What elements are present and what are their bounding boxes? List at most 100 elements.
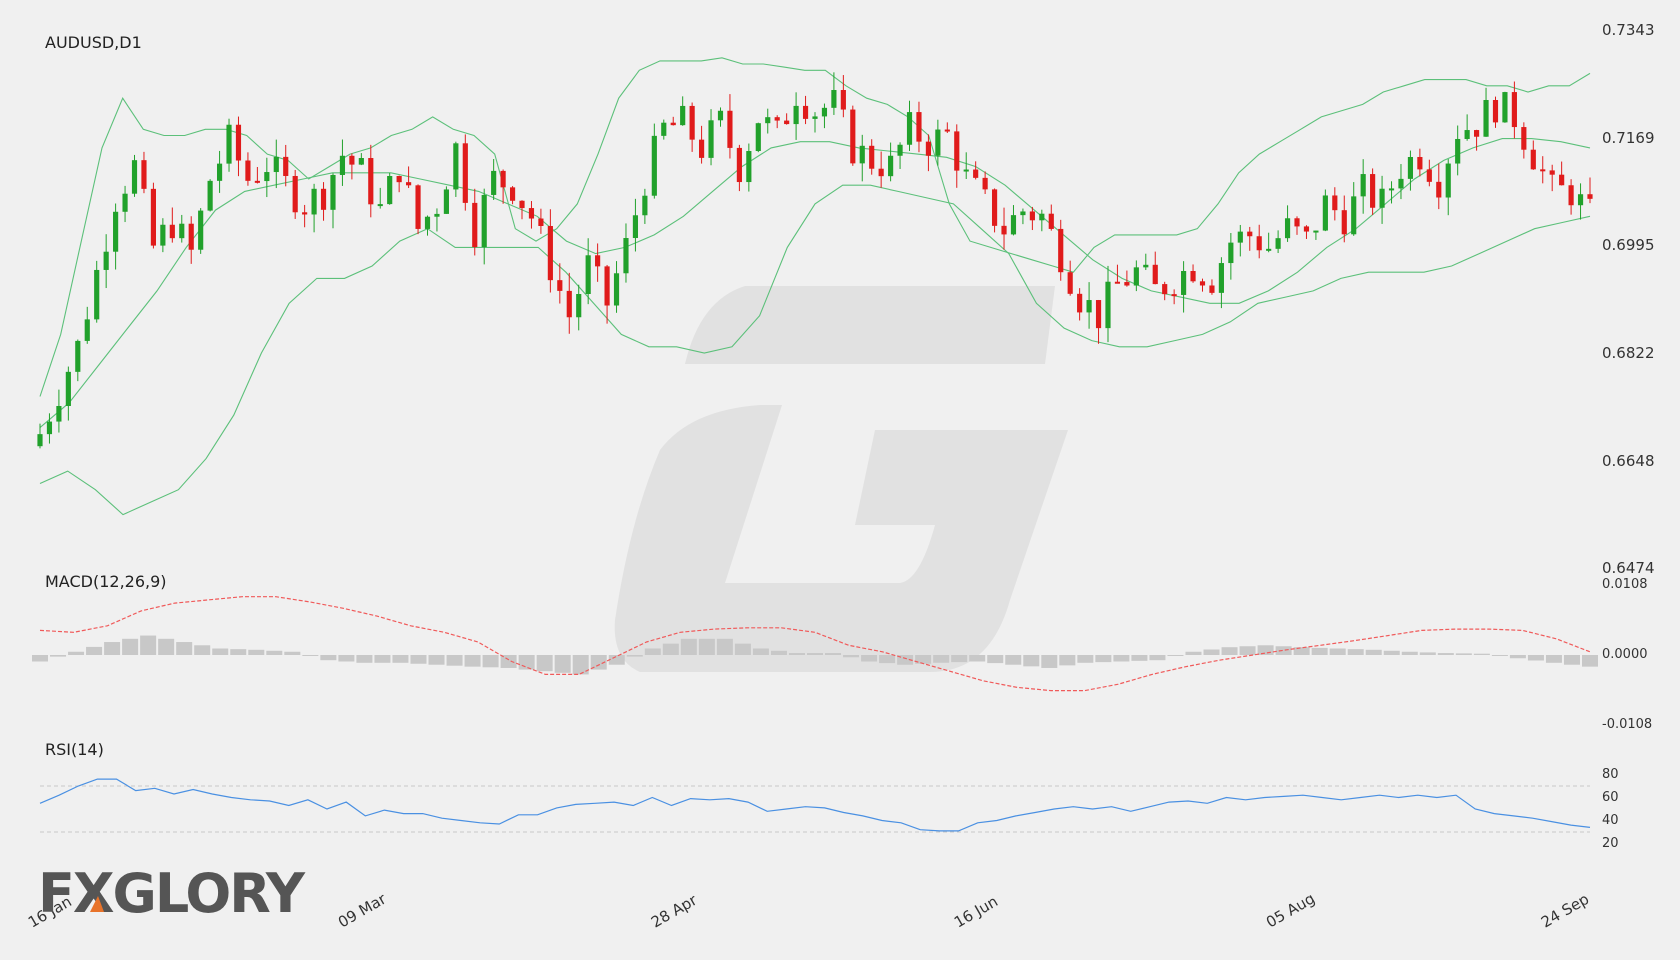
candle-body	[198, 210, 204, 250]
macd-histogram-bar	[86, 646, 103, 655]
candle-body	[793, 105, 799, 125]
candle-body	[557, 280, 563, 291]
rsi-panel-title: RSI(14)	[45, 740, 104, 759]
candle-body	[935, 129, 941, 156]
candle-body	[311, 188, 317, 215]
candle-body	[1124, 282, 1130, 286]
macd-ytick-label: -0.0108	[1602, 717, 1652, 732]
macd-histogram-bar	[176, 642, 193, 655]
candle-body	[1492, 100, 1499, 123]
candle-body	[131, 160, 138, 194]
macd-histogram-bar	[464, 655, 481, 667]
macd-histogram-bar	[1221, 647, 1238, 655]
macd-histogram-bar	[987, 655, 1004, 664]
candle-body	[150, 188, 156, 246]
macd-histogram-bar	[31, 655, 49, 662]
candle-body	[349, 155, 355, 165]
macd-histogram-bar	[1581, 655, 1599, 667]
macd-histogram-bar	[1005, 655, 1022, 665]
candle-body	[746, 151, 752, 183]
candle-body	[339, 155, 346, 175]
rsi-ytick-label: 80	[1602, 767, 1619, 782]
macd-histogram-bar	[338, 655, 355, 662]
candle-body	[1521, 127, 1527, 150]
candle-body	[1256, 236, 1262, 251]
candle-body	[1181, 270, 1187, 295]
candle-body	[273, 156, 279, 173]
macd-histogram-bar	[1113, 655, 1130, 662]
candle-body	[1001, 225, 1007, 235]
rsi-ytick-label: 40	[1602, 813, 1619, 828]
candle-body	[387, 175, 393, 205]
macd-histogram-bar	[284, 651, 301, 655]
candle-body	[623, 238, 629, 274]
candle-body	[377, 204, 383, 207]
macd-histogram-bar	[1365, 649, 1382, 655]
candle-body	[453, 143, 459, 190]
candle-body	[169, 224, 175, 239]
candle-body	[56, 405, 62, 422]
macd-histogram-bar	[1203, 649, 1220, 655]
price-ytick-label: 0.6822	[1602, 344, 1655, 362]
macd-histogram-bar	[1563, 655, 1580, 665]
candle-body	[1474, 130, 1480, 137]
macd-histogram-bar	[752, 648, 769, 655]
x-tick-label: 16 Jun	[951, 892, 1001, 931]
macd-histogram-bar	[1311, 647, 1328, 655]
candle-body	[812, 116, 818, 119]
candle-body	[179, 223, 185, 239]
candle-body	[1152, 264, 1158, 285]
candle-body	[1313, 230, 1319, 233]
candle-body	[1247, 231, 1253, 237]
candle-body	[1332, 195, 1338, 211]
macd-histogram-bar	[1167, 655, 1184, 656]
candle-body	[1228, 242, 1234, 264]
candle-body	[925, 141, 931, 156]
macd-histogram-bar	[680, 638, 697, 655]
macd-histogram-bar	[1401, 651, 1418, 655]
candle-body	[1426, 169, 1432, 182]
candle-body	[888, 155, 894, 177]
price-ytick-label: 0.6648	[1602, 452, 1655, 470]
price-ytick-label: 0.6474	[1602, 559, 1655, 577]
macd-histogram-bar	[861, 655, 878, 662]
candle-body	[755, 123, 761, 152]
candle-body	[1218, 263, 1224, 293]
candle-body	[1039, 213, 1045, 221]
candle-body	[1407, 156, 1414, 179]
candle-body	[642, 195, 648, 216]
candle-body	[358, 158, 364, 165]
macd-histogram-bar	[50, 655, 67, 657]
candle-body	[434, 213, 440, 217]
candle-body	[1294, 218, 1300, 227]
candle-body	[689, 105, 695, 140]
candle-body	[661, 122, 667, 136]
candle-body	[1464, 130, 1470, 139]
macd-histogram-bar	[698, 638, 715, 655]
candle-body	[1162, 284, 1168, 295]
candle-body	[528, 208, 535, 219]
candle-body	[226, 124, 232, 164]
candle-body	[254, 180, 260, 183]
macd-histogram-bar	[68, 651, 85, 655]
candle-body	[916, 112, 922, 142]
candle-body	[1133, 267, 1139, 286]
candle-body	[1048, 213, 1054, 229]
candle-body	[122, 193, 128, 212]
macd-histogram-bar	[951, 655, 968, 663]
candle-body	[973, 169, 979, 178]
price-panel-title: AUDUSD,D1	[45, 33, 142, 52]
macd-histogram-bar	[1185, 651, 1202, 655]
macd-histogram-bar	[879, 655, 896, 664]
macd-histogram-bar	[716, 638, 733, 655]
candle-body	[869, 145, 875, 169]
macd-histogram-bar	[1149, 655, 1166, 661]
macd-histogram-bar	[554, 655, 571, 673]
macd-histogram-bar	[1293, 647, 1310, 655]
candle-body	[840, 90, 846, 110]
macd-histogram-bar	[608, 655, 625, 665]
candle-body	[897, 144, 903, 156]
macd-histogram-bar	[1077, 655, 1094, 663]
candle-body	[103, 251, 109, 270]
candle-body	[519, 200, 525, 209]
